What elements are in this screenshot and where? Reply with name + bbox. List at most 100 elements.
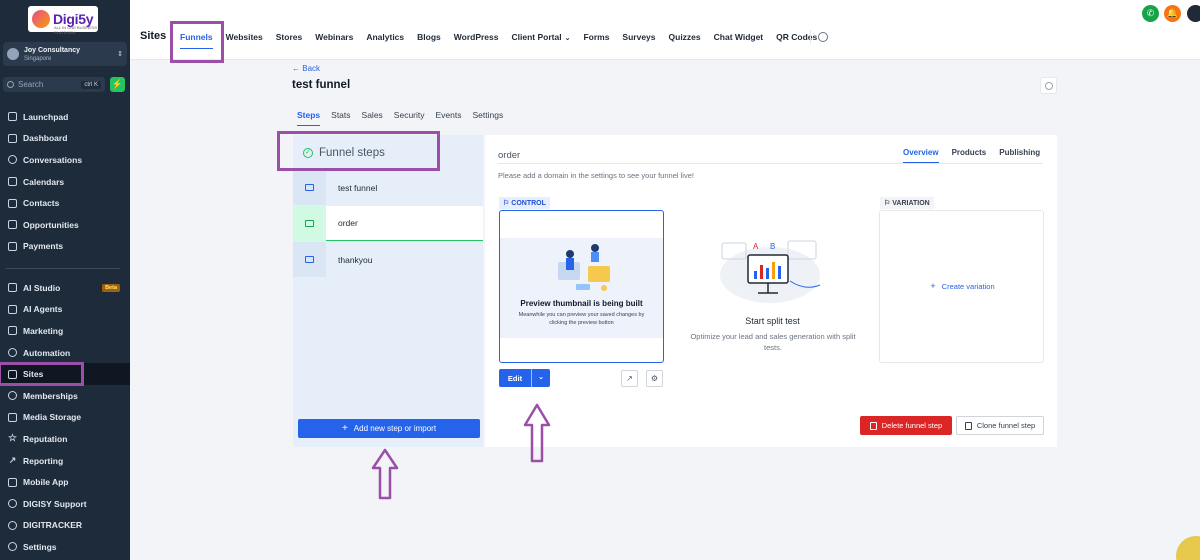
sidebar-item-label: Automation — [23, 347, 71, 358]
sidebar-item-conversations[interactable]: Conversations — [0, 149, 130, 171]
tab-publishing[interactable]: Publishing — [999, 148, 1040, 163]
tab-sales[interactable]: Sales — [362, 110, 383, 126]
create-variation-button[interactable]: + Create variation — [880, 281, 1045, 291]
sidebar-item-label: Memberships — [23, 390, 78, 401]
tab-webinars[interactable]: Webinars — [315, 32, 353, 49]
plus-icon: + — [930, 281, 936, 291]
tab-quizzes[interactable]: Quizzes — [669, 32, 701, 49]
tab-qr-codes[interactable]: QR Codes — [776, 32, 817, 49]
search-placeholder: Search — [18, 80, 44, 89]
sidebar-item-media-storage[interactable]: Media Storage — [0, 407, 130, 429]
tab-steps[interactable]: Steps — [297, 110, 321, 126]
tab-chat-widget[interactable]: Chat Widget — [714, 32, 764, 49]
tab-wordpress[interactable]: WordPress — [454, 32, 499, 49]
sidebar-item-reputation[interactable]: ☆ Reputation — [0, 428, 130, 450]
sidebar-divider — [6, 268, 120, 269]
sidebar-item-dashboard[interactable]: Dashboard — [0, 128, 130, 150]
sidebar-item-launchpad[interactable]: Launchpad — [0, 106, 130, 128]
sites-settings-gear-icon[interactable] — [818, 32, 828, 42]
step-item-test-funnel[interactable]: test funnel — [293, 170, 483, 205]
step-settings-gear-icon[interactable]: ⚙ — [646, 370, 663, 387]
quick-action-bolt-icon[interactable]: ⚡ — [110, 77, 125, 92]
tab-events[interactable]: Events — [436, 110, 462, 126]
sidebar-item-digitracker[interactable]: DIGITRACKER — [0, 515, 130, 537]
receipt-icon — [8, 241, 17, 251]
chevron-updown-icon: ⇕ — [117, 51, 123, 58]
sidebar-item-label: DIGITRACKER — [23, 520, 83, 531]
add-step-button[interactable]: + Add new step or import — [298, 419, 480, 438]
topbar-separator — [810, 30, 811, 44]
sidebar-item-settings[interactable]: Settings — [0, 536, 130, 558]
edit-label: Edit — [507, 373, 523, 383]
edit-button[interactable]: Edit ⌄ — [499, 369, 550, 387]
tab-surveys[interactable]: Surveys — [622, 32, 655, 49]
sidebar-item-label: AI Studio — [23, 282, 61, 293]
domain-notice: Please add a domain in the settings to s… — [498, 171, 694, 180]
search-input[interactable]: Search ctrl K — [3, 77, 105, 92]
brand-logo[interactable]: Digi5y ALL IN ONE BUSINESS PLATFORM — [28, 6, 98, 35]
sidebar-item-automation[interactable]: Automation — [0, 342, 130, 364]
sidebar-item-ai-agents[interactable]: AI Agents — [0, 299, 130, 321]
sidebar-item-calendars[interactable]: Calendars — [0, 171, 130, 193]
section-title: Sites — [140, 30, 167, 42]
sidebar-item-label: Mobile App — [23, 477, 69, 488]
sidebar-item-payments[interactable]: Payments — [0, 236, 130, 258]
sidebar-item-mobile-app[interactable]: Mobile App — [0, 471, 130, 493]
chevron-down-icon[interactable]: ⌄ — [531, 369, 550, 387]
step-item-thankyou[interactable]: thankyou — [293, 242, 483, 277]
tab-client-portal-label: Client Portal — [511, 32, 562, 42]
funnel-icon — [8, 220, 17, 230]
sidebar-nav-secondary: AI Studio Beta AI Agents Marketing Automa… — [0, 277, 130, 558]
tab-websites[interactable]: Websites — [226, 32, 263, 49]
back-link[interactable]: ← Back — [292, 64, 320, 73]
sidebar-item-digisy-support[interactable]: DIGISY Support — [0, 493, 130, 515]
tab-settings[interactable]: Settings — [473, 110, 504, 126]
contacts-icon — [8, 198, 17, 208]
tab-security[interactable]: Security — [394, 110, 425, 126]
step-rail — [293, 170, 326, 205]
clone-funnel-step-button[interactable]: Clone funnel step — [956, 416, 1044, 435]
sidebar-item-marketing[interactable]: Marketing — [0, 320, 130, 342]
sidebar-item-label: Launchpad — [23, 111, 69, 122]
external-link-icon[interactable]: ↗ — [621, 370, 638, 387]
tab-forms[interactable]: Forms — [583, 32, 609, 49]
highlight-funnel-steps — [277, 131, 440, 171]
info-button[interactable] — [1040, 77, 1057, 94]
sidebar-item-memberships[interactable]: Memberships — [0, 385, 130, 407]
sidebar-item-reporting[interactable]: ↗ Reporting — [0, 450, 130, 472]
user-avatar[interactable] — [1187, 5, 1200, 22]
assistant-launcher-icon[interactable] — [1176, 536, 1200, 560]
mail-icon — [305, 219, 314, 227]
tab-stores[interactable]: Stores — [276, 32, 302, 49]
notification-bell-icon[interactable]: 🔔 — [1164, 5, 1181, 22]
logo-mark-icon — [32, 10, 50, 28]
mobile-icon — [8, 477, 17, 487]
tab-blogs[interactable]: Blogs — [417, 32, 441, 49]
grid-icon — [8, 133, 17, 143]
sidebar-item-label: Calendars — [23, 176, 65, 187]
step-item-order[interactable]: order — [293, 205, 483, 241]
control-label: ⚐ CONTROL — [499, 197, 550, 209]
sidebar-item-label: Settings — [23, 541, 57, 552]
phone-icon[interactable]: ✆ — [1142, 5, 1159, 22]
sidebar-item-contacts[interactable]: Contacts — [0, 192, 130, 214]
step-detail-tabs: Overview Products Publishing — [903, 148, 1053, 163]
tab-stats[interactable]: Stats — [331, 110, 350, 126]
account-switcher[interactable]: Joy Consultancy Singapore ⇕ — [3, 42, 127, 66]
calendar-icon — [8, 177, 17, 187]
sidebar: Digi5y ALL IN ONE BUSINESS PLATFORM Joy … — [0, 0, 130, 560]
tracker-icon — [8, 520, 17, 530]
tab-client-portal[interactable]: Client Portal ⌄ — [512, 32, 571, 49]
sidebar-item-ai-studio[interactable]: AI Studio Beta — [0, 277, 130, 299]
tab-analytics[interactable]: Analytics — [366, 32, 404, 49]
preview-thumbnail-card[interactable]: Preview thumbnail is being built Meanwhi… — [499, 210, 664, 363]
building-illustration-icon — [558, 244, 610, 291]
delete-label: Delete funnel step — [881, 421, 943, 430]
split-test-illustration-icon: A B — [720, 240, 821, 303]
mail-icon — [305, 256, 314, 263]
tab-overview[interactable]: Overview — [903, 148, 939, 163]
tab-products[interactable]: Products — [952, 148, 987, 163]
sidebar-item-opportunities[interactable]: Opportunities — [0, 214, 130, 236]
split-test-subtitle: Optimize your lead and sales generation … — [690, 332, 856, 352]
delete-funnel-step-button[interactable]: Delete funnel step — [860, 416, 952, 435]
